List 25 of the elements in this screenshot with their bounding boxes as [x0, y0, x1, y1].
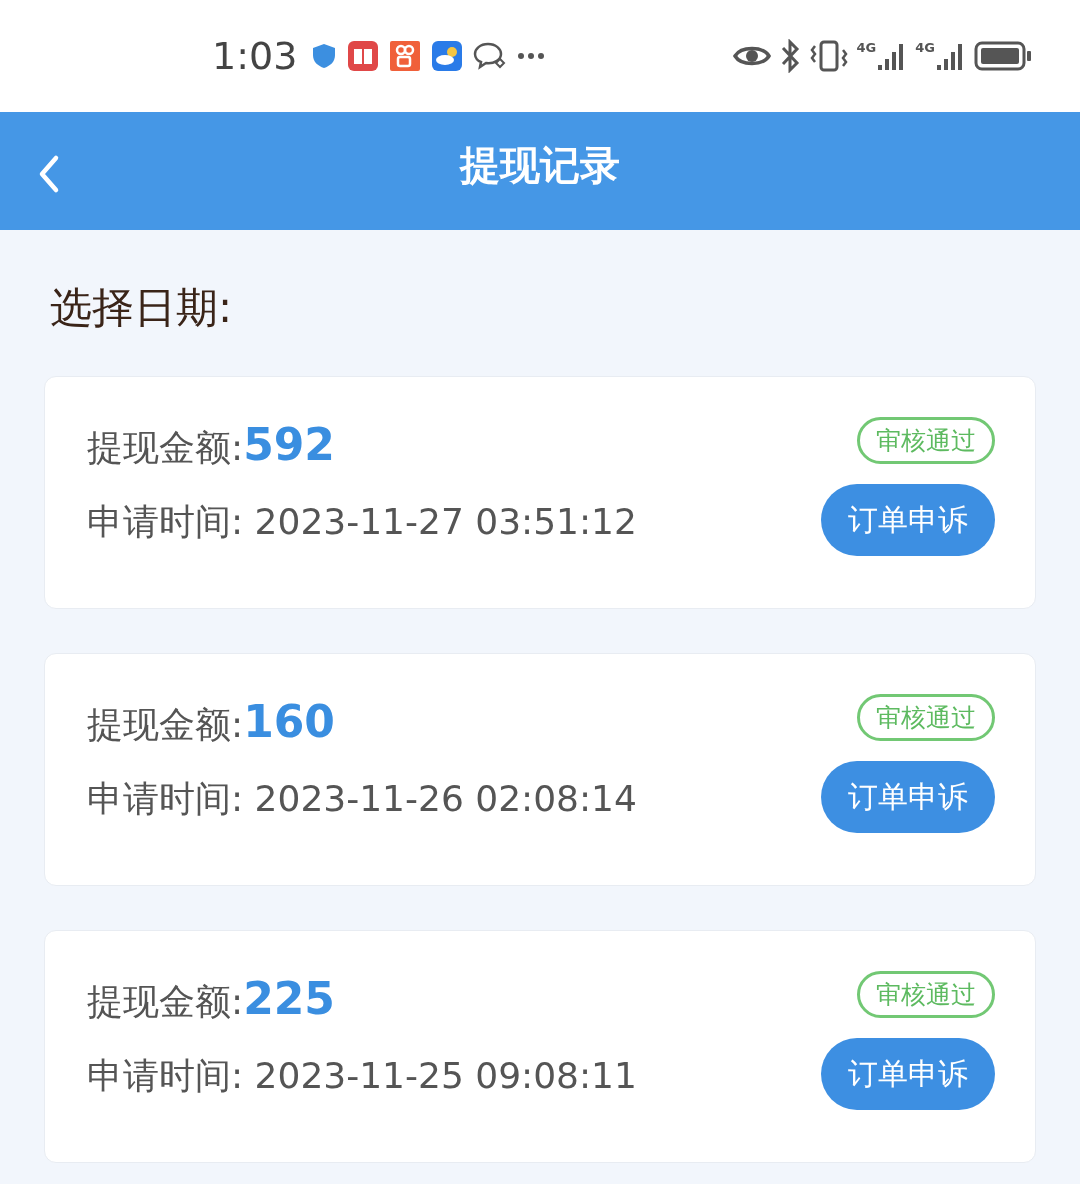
apply-time: 申请时间: 2023-11-27 03:51:12 — [87, 500, 637, 544]
apply-time: 申请时间: 2023-11-26 02:08:14 — [87, 777, 637, 821]
date-filter-label[interactable]: 选择日期: — [50, 283, 233, 332]
status-badge: 审核通过 — [857, 694, 995, 741]
vibrate-icon — [808, 40, 849, 72]
appeal-button[interactable]: 订单申诉 — [821, 484, 995, 556]
page-title: 提现记录 — [460, 140, 620, 190]
status-time: 1:03 — [212, 34, 298, 78]
network-label: 4G — [856, 41, 877, 54]
status-badge: 审核通过 — [857, 971, 995, 1018]
appeal-button[interactable]: 订单申诉 — [821, 761, 995, 833]
amount-text: 提现金额:225 — [87, 972, 335, 1026]
amount-text: 提现金额:160 — [87, 695, 335, 749]
weather-icon — [431, 40, 464, 72]
chat-bubble-icon — [473, 41, 508, 71]
shield-icon — [311, 42, 338, 70]
battery-icon — [974, 41, 1032, 71]
appeal-button[interactable]: 订单申诉 — [821, 1038, 995, 1110]
network-label: 4G — [915, 41, 935, 54]
book-icon — [347, 40, 380, 72]
video-app-icon — [389, 40, 422, 72]
status-badge: 审核通过 — [857, 417, 995, 464]
amount-text: 提现金额:592 — [87, 418, 335, 472]
more-icon — [517, 52, 546, 60]
apply-time: 申请时间: 2023-11-25 09:08:11 — [87, 1054, 637, 1098]
